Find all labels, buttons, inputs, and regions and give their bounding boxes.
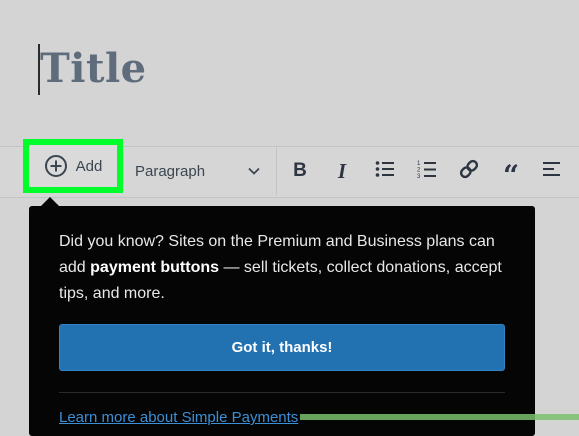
bullet-list-icon <box>375 160 395 183</box>
block-type-select[interactable]: Paragraph <box>135 158 265 184</box>
bold-button[interactable]: B <box>285 156 315 186</box>
numbered-list-icon: 1 2 3 <box>417 159 437 184</box>
svg-text:1: 1 <box>417 161 421 167</box>
chevron-down-icon <box>247 164 261 178</box>
quote-button[interactable]: “ <box>496 156 526 192</box>
post-title[interactable]: Title <box>40 43 147 95</box>
numbered-list-button[interactable]: 1 2 3 <box>412 156 442 186</box>
italic-icon: I <box>337 158 347 183</box>
toolbar-divider <box>276 147 277 195</box>
bullet-list-button[interactable] <box>370 156 400 186</box>
plus-circle-icon <box>44 154 68 178</box>
got-it-button[interactable]: Got it, thanks! <box>59 324 505 371</box>
italic-button[interactable]: I <box>327 156 357 186</box>
bold-icon: B <box>293 160 307 181</box>
add-block-button[interactable]: Add <box>23 139 123 193</box>
svg-text:2: 2 <box>417 167 421 173</box>
popover-message: Did you know? Sites on the Premium and B… <box>59 229 514 307</box>
align-left-icon <box>543 161 561 182</box>
align-button[interactable] <box>537 156 567 186</box>
highlight-strip <box>300 414 579 420</box>
link-button[interactable] <box>454 156 484 186</box>
block-type-label: Paragraph <box>135 162 206 180</box>
popover-divider <box>59 392 505 393</box>
svg-text:3: 3 <box>417 174 421 179</box>
link-icon <box>458 158 480 185</box>
add-label: Add <box>75 157 103 175</box>
quote-icon: “ <box>502 159 520 192</box>
learn-more-link[interactable]: Learn more about Simple Payments <box>59 409 298 426</box>
popover-message-highlight: payment buttons <box>90 259 220 276</box>
